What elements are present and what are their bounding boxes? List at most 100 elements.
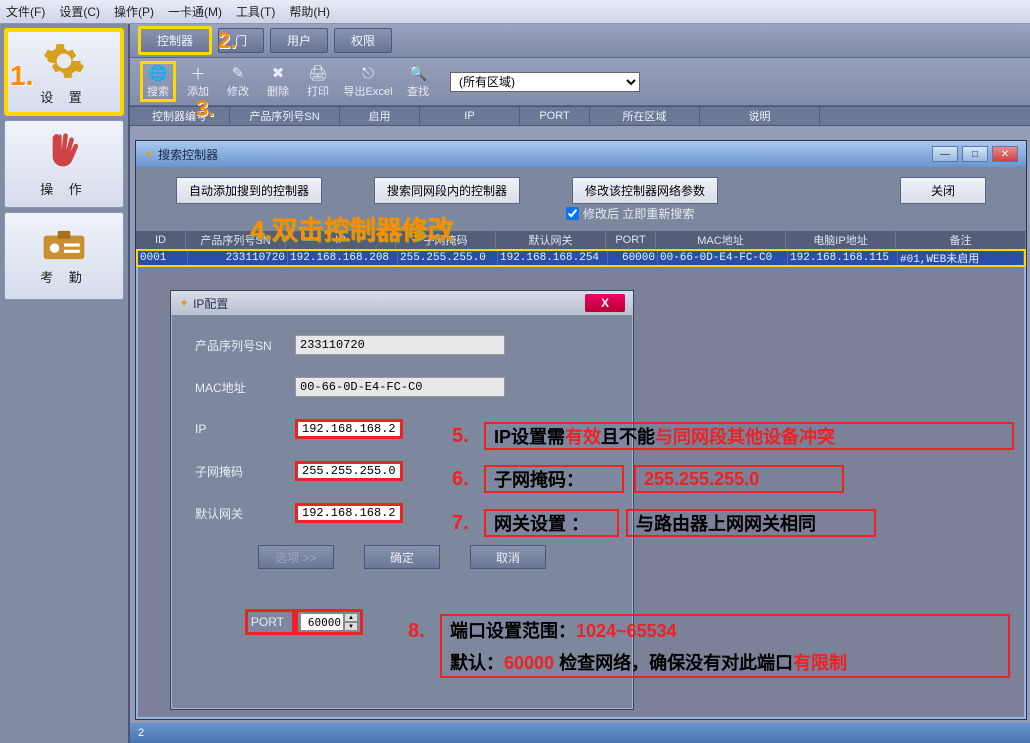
sidebar-item-label: 操 作 [40, 179, 88, 198]
badge-icon [42, 227, 86, 263]
hdr-sn[interactable]: 产品序列号SN [186, 231, 286, 249]
search-dialog-title: 搜索控制器 [158, 146, 218, 163]
tab-bar: 控制器 门 用户 权限 [130, 24, 1030, 58]
search-grid-header: ID 产品序列号SN IP 子网掩码 默认网关 PORT MAC地址 电脑IP地… [136, 231, 1026, 249]
hdr-port[interactable]: PORT [606, 231, 656, 249]
research-checkbox-input[interactable] [566, 207, 579, 220]
port-input-wrap: ▲ ▼ [295, 609, 363, 635]
label-port: PORT [245, 609, 295, 635]
sidebar-item-operate[interactable]: 操 作 [4, 120, 124, 208]
options-button[interactable]: 选项 >> [258, 545, 334, 569]
cell-gw: 192.168.168.254 [498, 251, 608, 265]
research-checkbox[interactable]: 修改后 立即重新搜索 [566, 205, 694, 222]
x-icon: ✖ [269, 64, 287, 82]
input-mask[interactable] [295, 461, 403, 481]
col-ip[interactable]: IP [420, 107, 520, 125]
auto-add-button[interactable]: 自动添加搜到的控制器 [176, 177, 322, 204]
tab-permission[interactable]: 权限 [334, 28, 392, 53]
cell-id: 0001 [138, 251, 188, 265]
label-gateway: 默认网关 [195, 505, 295, 522]
input-port[interactable] [300, 613, 344, 631]
tab-controller[interactable]: 控制器 [138, 26, 212, 55]
printer-icon: 🖨 [309, 64, 327, 82]
search-subnet-button[interactable]: 搜索同网段内的控制器 [374, 177, 520, 204]
cell-ip: 192.168.168.208 [288, 251, 398, 265]
cancel-button[interactable]: 取消 [470, 545, 546, 569]
ok-button[interactable]: 确定 [364, 545, 440, 569]
input-mac[interactable] [295, 377, 505, 397]
tab-user[interactable]: 用户 [270, 28, 328, 53]
label-mac: MAC地址 [195, 379, 295, 396]
spin-up-button[interactable]: ▲ [344, 613, 358, 622]
input-sn[interactable] [295, 335, 505, 355]
plus-icon: ＋ [189, 64, 207, 82]
menu-help[interactable]: 帮助(H) [289, 3, 330, 20]
ip-config-dialog: ✦ IP配置 X 产品序列号SN MAC地址 IP 子网掩码 默认网关 选项 >… [170, 290, 634, 710]
col-sn[interactable]: 产品序列号SN [230, 107, 340, 125]
tool-export[interactable]: ⎋导出Excel [340, 64, 396, 99]
cell-mask: 255.255.255.0 [398, 251, 498, 265]
spin-down-button[interactable]: ▼ [344, 622, 358, 631]
minimize-button[interactable]: — [932, 146, 958, 162]
tool-add[interactable]: ＋添加 [180, 64, 216, 99]
ip-dialog-title: IP配置 [193, 295, 228, 312]
cell-port: 60000 [608, 251, 658, 265]
cell-mac: 00-66-0D-E4-FC-C0 [658, 251, 788, 265]
col-ctrl-no[interactable]: 控制器编号 [130, 107, 230, 125]
hdr-ip[interactable]: IP [286, 231, 396, 249]
col-enable[interactable]: 启用 [340, 107, 420, 125]
hdr-mac[interactable]: MAC地址 [656, 231, 786, 249]
export-icon: ⎋ [359, 64, 377, 82]
input-ip[interactable] [295, 419, 403, 439]
ip-close-button[interactable]: X [585, 294, 625, 312]
modify-network-button[interactable]: 修改该控制器网络参数 [572, 177, 718, 204]
maximize-button[interactable]: □ [962, 146, 988, 162]
menu-file[interactable]: 文件(F) [6, 3, 45, 20]
status-text: 2 [138, 727, 144, 739]
pencil-icon: ✎ [229, 64, 247, 82]
gear-icon [42, 39, 86, 83]
tool-search[interactable]: 🌐搜索 [140, 61, 176, 102]
col-area[interactable]: 所在区域 [590, 107, 700, 125]
region-select[interactable]: (所有区域) [450, 72, 640, 92]
sidebar-item-label: 设 置 [40, 87, 88, 106]
menu-operate[interactable]: 操作(P) [114, 3, 154, 20]
label-sn: 产品序列号SN [195, 337, 295, 354]
tab-door[interactable]: 门 [218, 28, 264, 53]
close-search-button[interactable]: 关闭 [900, 177, 986, 204]
hdr-mask[interactable]: 子网掩码 [396, 231, 496, 249]
hdr-note[interactable]: 备注 [896, 231, 1026, 249]
star-icon: ✦ [144, 147, 154, 161]
label-mask: 子网掩码 [195, 463, 295, 480]
ip-dialog-titlebar[interactable]: ✦ IP配置 X [171, 291, 633, 315]
tool-delete[interactable]: ✖删除 [260, 64, 296, 99]
hdr-id[interactable]: ID [136, 231, 186, 249]
star-icon: ✦ [179, 296, 189, 310]
tool-print[interactable]: 🖨打印 [300, 64, 336, 99]
toolbar: 🌐搜索 ＋添加 ✎修改 ✖删除 🖨打印 ⎋导出Excel 🔍查找 (所有区域) [130, 58, 1030, 106]
cell-note: #01,WEB未启用 [898, 251, 1024, 265]
tool-modify[interactable]: ✎修改 [220, 64, 256, 99]
col-desc[interactable]: 说明 [700, 107, 820, 125]
sidebar-item-settings[interactable]: 设 置 [4, 28, 124, 116]
input-gateway[interactable] [295, 503, 403, 523]
magnifier-icon: 🔍 [409, 64, 427, 82]
search-dialog-titlebar[interactable]: ✦ 搜索控制器 — □ ✕ [136, 141, 1026, 167]
net-search-icon: 🌐 [149, 64, 167, 82]
ip-dialog-body: 产品序列号SN MAC地址 IP 子网掩码 默认网关 选项 >> 确定 取消 P… [171, 315, 633, 655]
search-grid-row[interactable]: 0001 233110720 192.168.168.208 255.255.2… [136, 249, 1026, 267]
status-bar: 2 [130, 723, 1030, 743]
label-ip: IP [195, 422, 295, 436]
sidebar: 设 置 操 作 考 勤 [0, 24, 130, 743]
menu-settings[interactable]: 设置(C) [59, 3, 100, 20]
tool-find[interactable]: 🔍查找 [400, 64, 436, 99]
close-button[interactable]: ✕ [992, 146, 1018, 162]
hdr-pcip[interactable]: 电脑IP地址 [786, 231, 896, 249]
col-port[interactable]: PORT [520, 107, 590, 125]
menu-card[interactable]: 一卡通(M) [168, 3, 222, 20]
hdr-gw[interactable]: 默认网关 [496, 231, 606, 249]
hand-icon [44, 131, 84, 175]
sidebar-item-attendance[interactable]: 考 勤 [4, 212, 124, 300]
menu-tools[interactable]: 工具(T) [236, 3, 275, 20]
column-header: 控制器编号 产品序列号SN 启用 IP PORT 所在区域 说明 [130, 106, 1030, 126]
